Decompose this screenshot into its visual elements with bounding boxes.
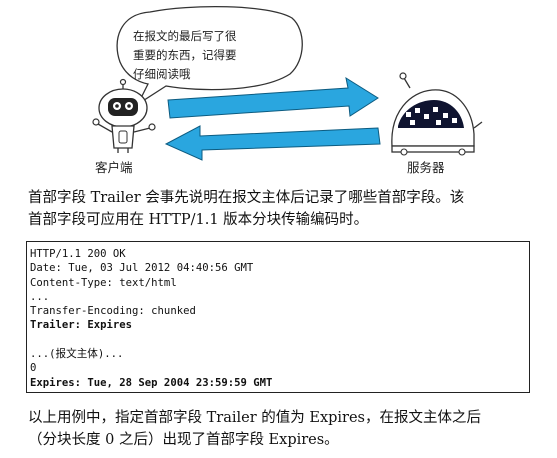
client-label: 客户端 xyxy=(95,160,133,175)
bubble-line: 仔细阅读哦 xyxy=(133,67,191,81)
response-arrow xyxy=(164,125,381,161)
server-label: 服务器 xyxy=(407,160,445,175)
code-line: Trailer: Expires xyxy=(30,319,133,332)
intro-paragraph: 首部字段 Trailer 会事先说明在报文主体后记录了哪些首部字段。该 首部字段… xyxy=(28,187,533,231)
outro-paragraph: 以上用例中，指定首部字段 Trailer 的值为 Expires，在报文主体之后… xyxy=(28,407,533,451)
bubble-line: 在报文的最后写了很 xyxy=(133,29,237,43)
http-response-code-box: HTTP/1.1 200 OK Date: Tue, 03 Jul 2012 0… xyxy=(26,241,530,393)
server-robot-icon xyxy=(391,72,483,156)
code-line: Transfer-Encoding: chunked xyxy=(30,305,196,318)
code-line: 0 xyxy=(30,362,37,375)
paragraph-line: 首部字段 Trailer 会事先说明在报文主体后记录了哪些首部字段。该 xyxy=(28,190,465,206)
code-line: ... xyxy=(30,290,50,303)
paragraph-line: 首部字段可应用在 HTTP/1.1 版本分块传输编码时。 xyxy=(28,212,369,228)
code-line: Content-Type: text/html xyxy=(30,276,177,289)
code-line: Expires: Tue, 28 Sep 2004 23:59:59 GMT xyxy=(30,376,273,389)
code-line: HTTP/1.1 200 OK xyxy=(30,248,126,260)
illustration: 在报文的最后写了很 重要的东西，记得要 仔细阅读哦 客户端 服务器 xyxy=(0,0,557,180)
code-line: Date: Tue, 03 Jul 2012 04:40:56 GMT xyxy=(30,262,254,275)
paragraph-line: （分块长度 0 之后）出现了首部字段 Expires。 xyxy=(28,432,339,448)
code-line: ...(报文主体)... xyxy=(30,348,124,361)
paragraph-line: 以上用例中，指定首部字段 Trailer 的值为 Expires，在报文主体之后 xyxy=(28,410,481,426)
bubble-line: 重要的东西，记得要 xyxy=(133,48,237,62)
speech-bubble-text: 在报文的最后写了很 重要的东西，记得要 仔细阅读哦 xyxy=(133,27,293,84)
